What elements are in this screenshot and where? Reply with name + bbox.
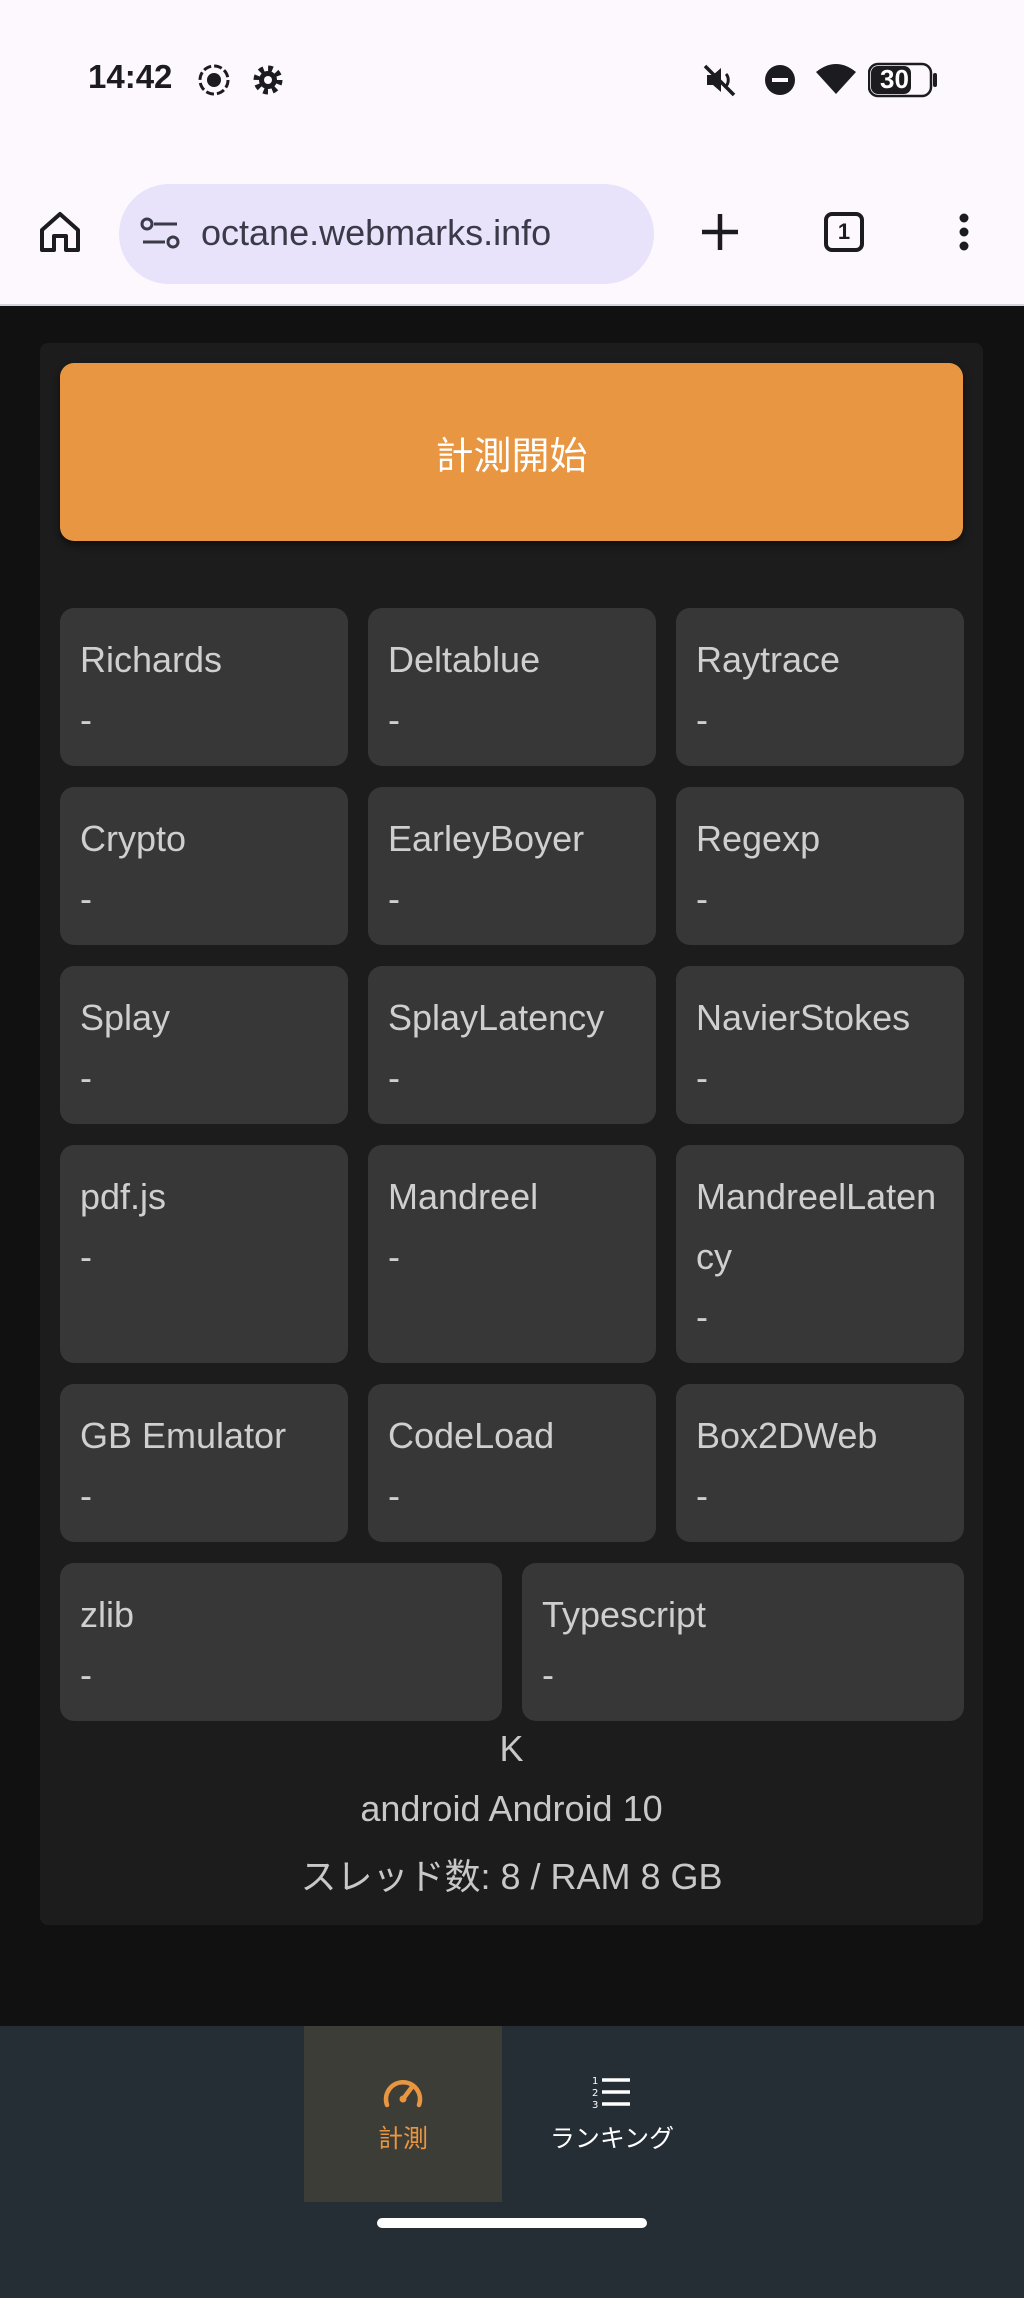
test-value: - [696, 1057, 708, 1098]
nav-ranking-label: ランキング [549, 2124, 675, 2153]
test-value: - [388, 1057, 400, 1098]
home-button[interactable] [28, 200, 92, 264]
test-name: Typescript [542, 1594, 707, 1635]
test-name: Deltablue [388, 639, 541, 680]
test-value: - [696, 878, 708, 919]
test-name: SplayLatency [388, 997, 605, 1038]
test-name: EarleyBoyer [388, 818, 585, 859]
plus-icon [702, 214, 738, 250]
test-card-mandreel: Mandreel - [368, 1145, 656, 1363]
test-name: pdf.js [80, 1176, 167, 1217]
home-icon [40, 212, 80, 252]
test-value: - [80, 1236, 92, 1277]
settings-icon [250, 62, 286, 98]
test-card-gb-emulator: GB Emulator - [60, 1384, 348, 1542]
device-specs: スレッド数: 8 / RAM 8 GB [300, 1856, 723, 1897]
url-text: octane.webmarks.info [201, 212, 552, 253]
test-value: - [80, 1057, 92, 1098]
test-value: - [80, 1654, 92, 1695]
tab-count: 1 [824, 212, 864, 252]
test-card-regexp: Regexp - [676, 787, 964, 945]
test-name: Richards [80, 639, 223, 680]
test-value: - [696, 1296, 708, 1337]
test-card-pdfjs: pdf.js - [60, 1145, 348, 1363]
test-value: - [388, 878, 400, 919]
test-name: Regexp [696, 818, 821, 859]
test-name: GB Emulator [80, 1415, 287, 1456]
battery-level: 30 [880, 64, 909, 94]
test-name: CodeLoad [388, 1415, 555, 1456]
test-card-raytrace: Raytrace - [676, 608, 964, 766]
speedometer-icon [383, 2080, 423, 2108]
tab-switcher-button[interactable]: 1 [812, 200, 876, 264]
test-value: - [388, 1475, 400, 1516]
wifi-icon [814, 62, 858, 98]
test-value: - [696, 699, 708, 740]
test-name: Mandreel [388, 1176, 539, 1217]
test-card-zlib: zlib - [60, 1563, 502, 1721]
test-card-deltablue: Deltablue - [368, 608, 656, 766]
more-vert-icon [959, 213, 969, 251]
screen-record-icon [196, 62, 232, 98]
test-card-codeload: CodeLoad - [368, 1384, 656, 1542]
status-bar: 14:42 30 [0, 0, 1024, 170]
battery-icon: 30 [867, 62, 938, 98]
test-card-mandreellatency: MandreelLatency - [676, 1145, 964, 1363]
test-card-crypto: Crypto - [60, 787, 348, 945]
test-name: zlib [80, 1594, 135, 1635]
nav-measure-label: 計測 [377, 2124, 428, 2153]
menu-button[interactable] [932, 200, 996, 264]
start-measure-button[interactable]: 計測開始 [60, 363, 963, 541]
page-content: 計測開始 Richards - Deltablue - Raytrace - C… [0, 306, 1024, 2026]
test-card-splaylatency: SplayLatency - [368, 966, 656, 1124]
ranked-list-icon: 1 2 3 [592, 2076, 630, 2111]
test-name: Box2DWeb [696, 1415, 878, 1456]
test-value: - [80, 699, 92, 740]
test-name: Crypto [80, 818, 187, 859]
benchmark-panel: 計測開始 Richards - Deltablue - Raytrace - C… [40, 343, 983, 1925]
mute-icon [702, 62, 738, 98]
test-value: - [388, 699, 400, 740]
nav-ranking[interactable]: 1 2 3 ランキング [512, 2026, 712, 2202]
test-card-earleyboyer: EarleyBoyer - [368, 787, 656, 945]
test-name: NavierStokes [696, 997, 911, 1038]
test-card-richards: Richards - [60, 608, 348, 766]
test-card-splay: Splay - [60, 966, 348, 1124]
device-os: android Android 10 [360, 1788, 663, 1829]
browser-toolbar: octane.webmarks.info 1 [0, 170, 1024, 306]
url-bar[interactable]: octane.webmarks.info [119, 184, 654, 284]
test-name: MandreelLatency [696, 1176, 937, 1277]
test-name: Raytrace [696, 639, 841, 680]
test-value: - [80, 1475, 92, 1516]
test-value: - [542, 1654, 554, 1695]
test-value: - [80, 878, 92, 919]
test-name: Splay [80, 997, 171, 1038]
test-card-typescript: Typescript - [522, 1563, 964, 1721]
svg-text:2: 2 [592, 2088, 598, 2099]
status-time: 14:42 [88, 58, 173, 95]
nav-measure[interactable]: 計測 [304, 2026, 502, 2202]
device-model: K [499, 1728, 524, 1769]
test-value: - [388, 1236, 400, 1277]
svg-text:3: 3 [592, 2100, 598, 2111]
dnd-icon [762, 62, 798, 98]
test-value: - [696, 1475, 708, 1516]
bottom-navigation: 計測 1 2 3 ランキング [0, 2026, 1024, 2298]
home-indicator[interactable] [377, 2218, 647, 2228]
test-card-navierstokes: NavierStokes - [676, 966, 964, 1124]
new-tab-button[interactable] [688, 200, 752, 264]
site-settings-icon[interactable] [139, 214, 183, 258]
svg-text:1: 1 [592, 2076, 598, 2087]
test-card-box2dweb: Box2DWeb - [676, 1384, 964, 1542]
